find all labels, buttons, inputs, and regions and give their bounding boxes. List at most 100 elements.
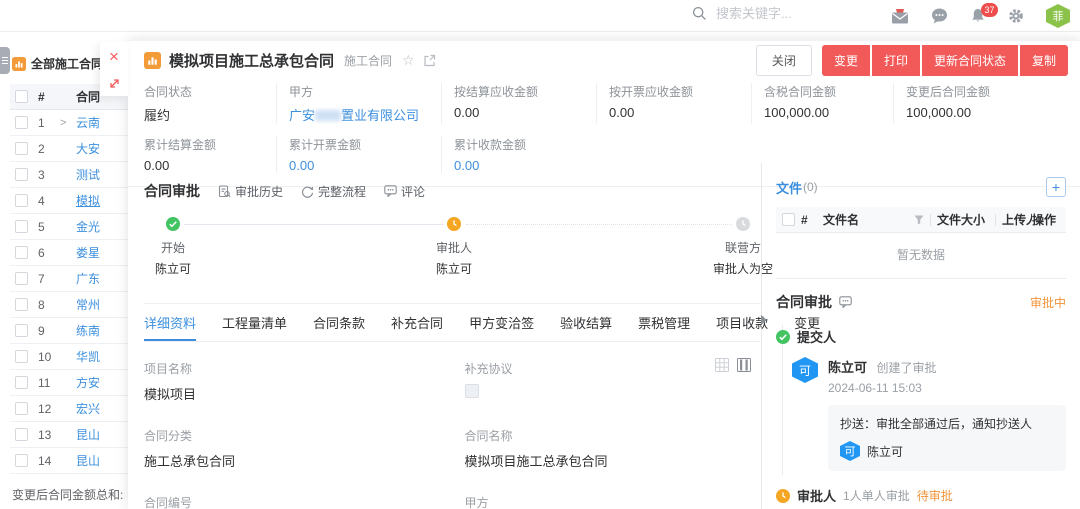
- supplement-checkbox[interactable]: [465, 384, 479, 398]
- row-checkbox[interactable]: [15, 324, 28, 337]
- files-title: 文件: [776, 178, 802, 197]
- party-a-link[interactable]: 广安置业有限公司: [289, 105, 441, 124]
- tab-invoice-tax[interactable]: 票税管理: [638, 304, 690, 341]
- row-checkbox[interactable]: [15, 376, 28, 389]
- changed-amount-total-label: 变更后合同金额总和:: [12, 486, 123, 503]
- cycle-arrows-icon: [301, 185, 314, 198]
- print-button[interactable]: 打印: [872, 45, 920, 76]
- search-input[interactable]: [716, 6, 876, 21]
- row-checkbox[interactable]: [15, 350, 28, 363]
- field-contract-name: 合同名称模拟项目施工总承包合同: [465, 427, 746, 470]
- table-row[interactable]: 4模拟: [10, 188, 128, 214]
- row-checkbox[interactable]: [15, 168, 28, 181]
- row-checkbox[interactable]: [15, 272, 28, 285]
- contract-link[interactable]: 昆山: [76, 452, 128, 469]
- tab-boq[interactable]: 工程量清单: [222, 304, 287, 341]
- contract-detail-drawer: 模拟项目施工总承包合同 施工合同 ☆ 关闭 变更 打印 更新合同状态 复制 合同…: [128, 40, 1080, 509]
- row-checkbox[interactable]: [15, 246, 28, 259]
- tab-partya-change[interactable]: 甲方变洽签: [469, 304, 534, 341]
- filter-funnel-icon[interactable]: [914, 215, 924, 225]
- row-checkbox[interactable]: [15, 194, 28, 207]
- timeline-node-approver: 审批人陈立可: [409, 239, 499, 277]
- column-view-icon[interactable]: [737, 358, 751, 372]
- approver-section: 审批人 1人单人审批 待审批: [776, 486, 1066, 505]
- contract-link[interactable]: 云南: [76, 114, 128, 131]
- contract-link[interactable]: 大安: [76, 140, 128, 157]
- row-checkbox[interactable]: [15, 142, 28, 155]
- table-row[interactable]: 7广东: [10, 266, 128, 292]
- close-button[interactable]: 关闭: [756, 45, 812, 76]
- tab-supplement[interactable]: 补充合同: [391, 304, 443, 341]
- row-checkbox[interactable]: [15, 220, 28, 233]
- cc-person: 可 陈立可: [840, 441, 1054, 461]
- table-row[interactable]: 14昆山: [10, 448, 128, 474]
- add-file-button[interactable]: +: [1046, 177, 1066, 197]
- table-row[interactable]: 3测试: [10, 162, 128, 188]
- global-search[interactable]: [692, 6, 876, 21]
- contract-link[interactable]: 方安: [76, 374, 128, 391]
- tab-terms[interactable]: 合同条款: [313, 304, 365, 341]
- contract-link[interactable]: 娄星: [76, 244, 128, 261]
- row-checkbox[interactable]: [15, 116, 28, 129]
- tab-acceptance[interactable]: 验收结算: [560, 304, 612, 341]
- row-checkbox[interactable]: [15, 298, 28, 311]
- external-link-icon[interactable]: [423, 54, 436, 67]
- grid-view-icon[interactable]: [715, 358, 729, 372]
- table-row[interactable]: 10华凯: [10, 344, 128, 370]
- notifications-bell-icon[interactable]: 37: [970, 8, 986, 24]
- update-status-button[interactable]: 更新合同状态: [922, 45, 1018, 76]
- table-row[interactable]: 6娄星: [10, 240, 128, 266]
- comment-icon[interactable]: [839, 296, 852, 308]
- user-avatar[interactable]: 菲: [1046, 4, 1070, 28]
- contract-link[interactable]: 昆山: [76, 426, 128, 443]
- contract-link[interactable]: 宏兴: [76, 400, 128, 417]
- row-checkbox[interactable]: [15, 428, 28, 441]
- timeline-rail: [782, 325, 783, 475]
- contract-type-tag: 施工合同: [344, 52, 392, 69]
- table-row[interactable]: 13昆山: [10, 422, 128, 448]
- files-select-all-checkbox[interactable]: [782, 213, 795, 226]
- col-index: #: [38, 90, 60, 104]
- contract-link[interactable]: 华凯: [76, 348, 128, 365]
- contract-link[interactable]: 常州: [76, 296, 128, 313]
- files-header: 文件 (0) +: [776, 177, 1066, 197]
- expand-icon[interactable]: [108, 77, 121, 90]
- contract-link-active[interactable]: 模拟: [76, 192, 128, 209]
- project-link[interactable]: 模拟项目: [144, 384, 425, 403]
- change-button[interactable]: 变更: [822, 45, 870, 76]
- timestamp: 2024-06-11 15:03: [828, 381, 936, 395]
- select-all-checkbox[interactable]: [15, 90, 28, 103]
- close-icon[interactable]: ×: [109, 48, 119, 65]
- favorite-star-icon[interactable]: ☆: [402, 52, 415, 69]
- approval-history-link[interactable]: 审批历史: [218, 183, 283, 200]
- table-row[interactable]: 2大安: [10, 136, 128, 162]
- sidebar-collapse-handle[interactable]: [0, 47, 10, 74]
- table-row[interactable]: 5金光: [10, 214, 128, 240]
- comment-link[interactable]: 评论: [384, 183, 425, 200]
- table-row[interactable]: 1>云南: [10, 110, 128, 136]
- contract-link[interactable]: 测试: [76, 166, 128, 183]
- panel-collapse-arrow-icon[interactable]: [761, 315, 767, 325]
- files-empty-state: 暂无数据: [776, 233, 1066, 278]
- row-checkbox[interactable]: [15, 402, 28, 415]
- table-row[interactable]: 8常州: [10, 292, 128, 318]
- table-row[interactable]: 12宏兴: [10, 396, 128, 422]
- table-row[interactable]: 11方安: [10, 370, 128, 396]
- files-table-header: # 文件名 文件大小 上传人 操作: [776, 207, 1066, 233]
- contract-link[interactable]: 广东: [76, 270, 128, 287]
- contract-link[interactable]: 金光: [76, 218, 128, 235]
- full-flow-link[interactable]: 完整流程: [301, 183, 366, 200]
- tab-detail[interactable]: 详细资料: [144, 304, 196, 341]
- status-badge: 审批中: [1030, 294, 1066, 311]
- chat-icon[interactable]: [931, 8, 948, 24]
- comment-icon: [384, 185, 397, 197]
- form-view-toggles: [715, 358, 751, 372]
- row-expand-icon[interactable]: >: [60, 117, 76, 129]
- row-checkbox[interactable]: [15, 454, 28, 467]
- table-row[interactable]: 9练南: [10, 318, 128, 344]
- files-panel: 文件 (0) + # 文件名 文件大小 上传人: [762, 163, 1080, 279]
- settings-gear-icon[interactable]: [1008, 8, 1024, 24]
- contract-link[interactable]: 练南: [76, 322, 128, 339]
- copy-button[interactable]: 复制: [1020, 45, 1068, 76]
- mail-icon[interactable]: [891, 9, 909, 24]
